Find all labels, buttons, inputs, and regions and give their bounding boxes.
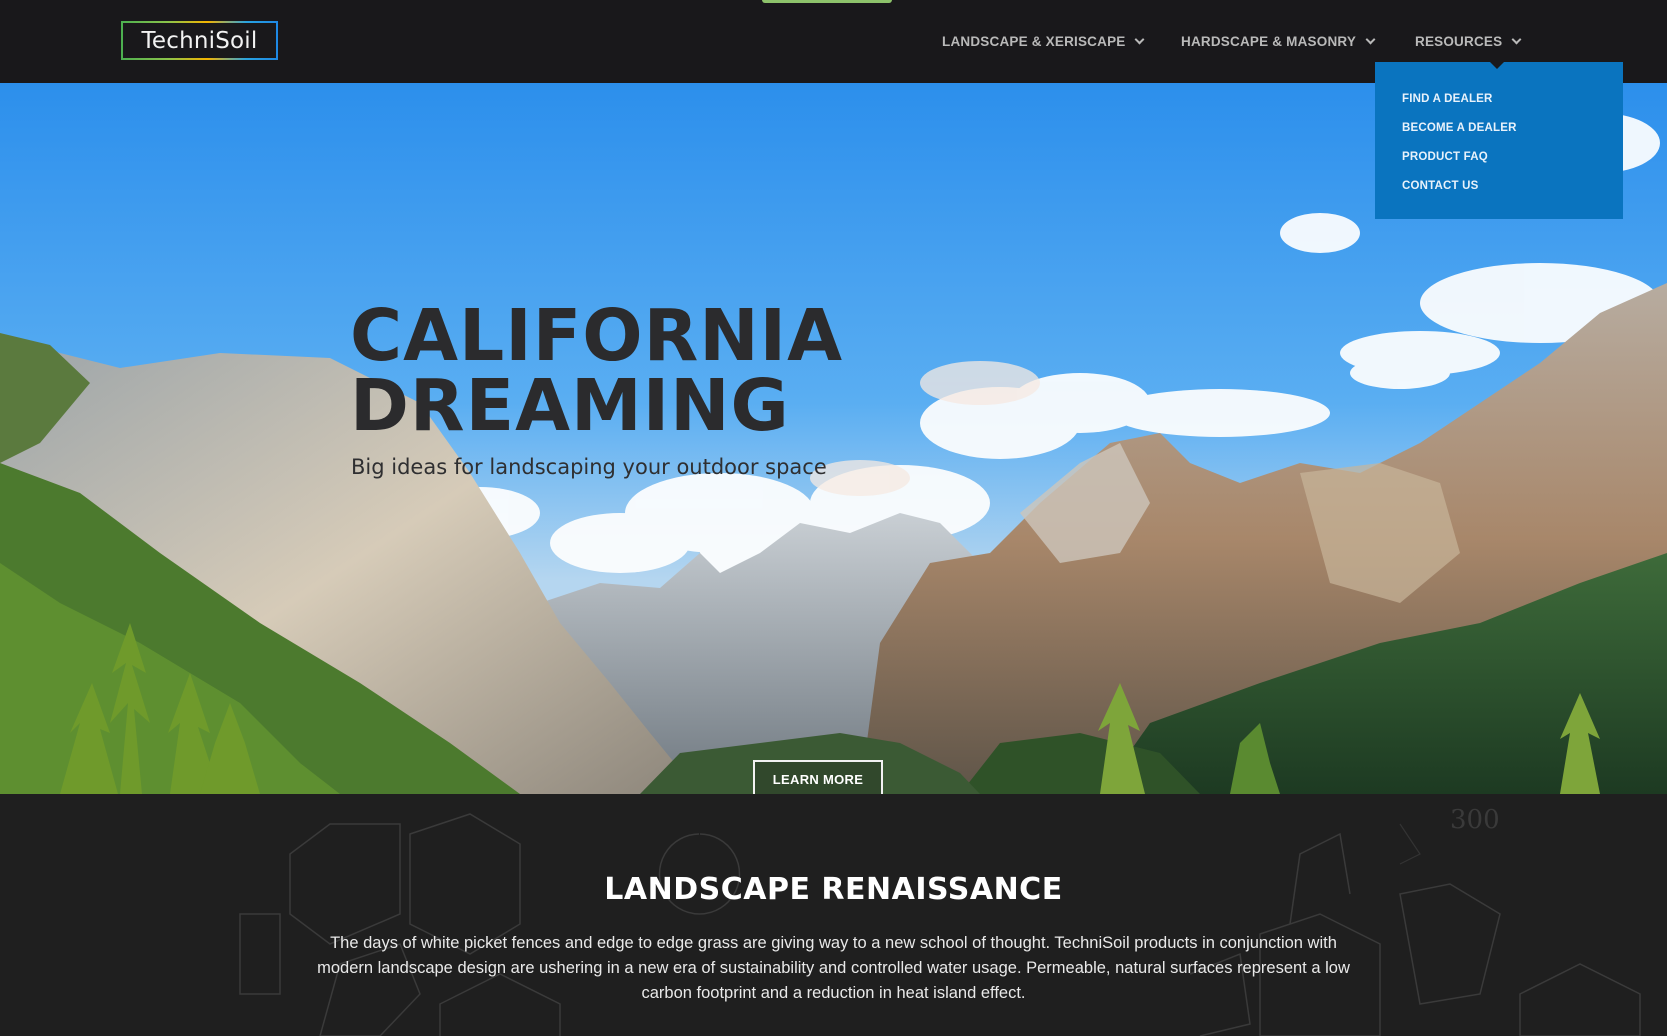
chevron-down-icon [1135,34,1145,44]
decoration-number: 300 [1450,805,1500,835]
top-accent-bar [762,0,892,3]
menu-item-become-dealer[interactable]: BECOME A DEALER [1402,122,1517,134]
nav-hardscape-masonry[interactable]: HARDSCAPE & MASONRY [1181,31,1376,51]
hero-subtitle: Big ideas for landscaping your outdoor s… [351,455,827,479]
nav-landscape-xeriscape[interactable]: LANDSCAPE & XERISCAPE [942,31,1145,51]
menu-item-contact-us[interactable]: CONTACT US [1402,180,1479,192]
nav-resources[interactable]: RESOURCES [1415,31,1522,51]
section-title: LANDSCAPE RENAISSANCE [604,872,1063,907]
nav-landscape-label: LANDSCAPE & XERISCAPE [942,33,1126,49]
hero-title: CALIFORNIA DREAMING [350,294,844,447]
learn-more-button[interactable]: LEARN MORE [753,760,883,794]
chevron-down-icon [1511,34,1522,44]
landscape-renaissance-section: 300 LANDSCAPE RENAISSANCE The days of wh… [0,794,1667,1036]
menu-item-product-faq[interactable]: PRODUCT FAQ [1402,151,1488,163]
dropdown-notch [1489,61,1505,69]
section-body-text: The days of white picket fences and edge… [317,934,1350,1002]
logo-text: TechniSoil [141,27,258,54]
nav-resources-label: RESOURCES [1415,33,1503,49]
menu-item-find-dealer[interactable]: FIND A DEALER [1402,93,1493,105]
chevron-down-icon [1365,34,1376,44]
technisoil-logo[interactable]: TechniSoil [121,21,278,60]
resources-dropdown-menu: FIND A DEALER BECOME A DEALER PRODUCT FA… [1375,62,1623,219]
nav-hardscape-label: HARDSCAPE & MASONRY [1181,33,1357,49]
